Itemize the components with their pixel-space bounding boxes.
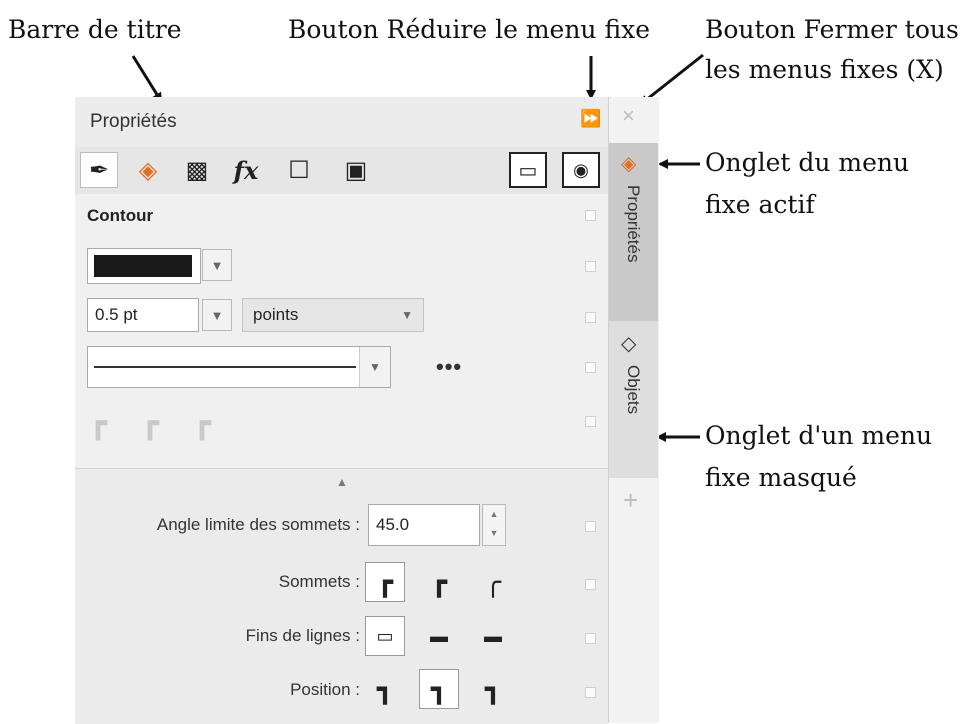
properties-docker: Propriétés ⏩ ✒ ◈ ▩ fx ☐ ▣ ▭ ◉ Contour ▼ … <box>75 97 659 724</box>
chevron-down-icon: ▼ <box>359 347 390 387</box>
outline-position-option[interactable]: ┓ <box>473 669 513 709</box>
outline-heading: Contour <box>87 206 154 225</box>
callout-hidden-tab-line1: Onglet d'un menu <box>705 421 933 450</box>
corner-option[interactable]: ┏ <box>193 406 211 441</box>
docker-tab-strip: × ◈ Propriétés ◇ Objets + <box>608 97 659 723</box>
pin-checkbox[interactable] <box>585 521 596 532</box>
units-select[interactable]: points ▼ <box>242 298 424 332</box>
miter-limit-field[interactable]: 45.0 <box>368 504 480 546</box>
collapse-docker-icon[interactable]: ⏩ <box>580 109 601 129</box>
miter-limit-label: Angle limite des sommets : <box>156 515 360 534</box>
outline-width-field[interactable]: 0.5 pt <box>87 298 199 332</box>
outline-position-option[interactable]: ┓ <box>365 669 405 709</box>
corners-label: Sommets : <box>278 572 360 591</box>
callout-close-all-line2: les menus fixes (X) <box>705 55 944 84</box>
pin-checkbox[interactable] <box>585 362 596 373</box>
pin-checkbox[interactable] <box>585 416 596 427</box>
advanced-outline-section: ▲ Angle limite des sommets : 45.0 ▲ ▼ So… <box>75 468 608 724</box>
tab-objets-label: Objets <box>624 365 643 415</box>
callout-collapse-button: Bouton Réduire le menu fixe <box>288 15 651 44</box>
pin-checkbox[interactable] <box>585 687 596 698</box>
close-all-dockers-icon[interactable]: × <box>622 103 635 129</box>
callout-close-all-line1: Bouton Fermer tous <box>705 15 959 44</box>
effects-fx-icon[interactable]: fx <box>227 152 265 188</box>
docker-title-bar[interactable]: Propriétés ⏩ <box>75 97 608 147</box>
arrow-title-bar <box>131 55 163 103</box>
pin-checkbox[interactable] <box>585 633 596 644</box>
docker-title: Propriétés <box>90 111 177 132</box>
fill-bucket-icon[interactable]: ◈ <box>129 152 167 188</box>
maximize-docker-icon[interactable]: ▭ <box>509 152 547 188</box>
corner-option[interactable]: ┏ <box>89 406 107 441</box>
outline-width-dropdown[interactable]: ▼ <box>202 299 232 331</box>
docker-toolbar: ✒ ◈ ▩ fx ☐ ▣ ▭ ◉ <box>75 147 608 194</box>
callout-active-tab-line2: fixe actif <box>705 190 815 219</box>
corner-style-option[interactable]: ╭ <box>473 562 513 602</box>
line-style-preview <box>94 366 356 368</box>
line-caps-label: Fins de lignes : <box>245 626 360 645</box>
callout-hidden-tab-line2: fixe masqué <box>705 463 857 492</box>
outline-color-swatch <box>94 255 192 277</box>
outline-color-dropdown[interactable]: ▼ <box>202 249 232 281</box>
properties-tab-icon: ◈ <box>621 153 637 175</box>
frame-icon[interactable]: ☐ <box>280 152 318 188</box>
chevron-down-icon: ▼ <box>401 308 413 322</box>
callout-active-tab-line1: Onglet du menu <box>705 148 910 177</box>
tab-proprietes[interactable]: ◈ Propriétés <box>609 143 658 321</box>
pin-checkbox[interactable] <box>585 210 596 221</box>
line-cap-option[interactable]: ▭ <box>365 616 405 656</box>
preview-docker-icon[interactable]: ◉ <box>562 152 600 188</box>
transparency-checker-icon[interactable]: ▩ <box>178 152 216 188</box>
pin-checkbox[interactable] <box>585 579 596 590</box>
layers-icon: ◇ <box>621 333 637 355</box>
callout-title-bar: Barre de titre <box>8 15 182 44</box>
tab-objets[interactable]: ◇ Objets <box>609 321 658 478</box>
pin-checkbox[interactable] <box>585 261 596 272</box>
line-cap-option[interactable]: ▬ <box>473 616 513 656</box>
spin-up-icon[interactable]: ▲ <box>483 505 505 524</box>
position-label: Position : <box>290 680 360 699</box>
spin-down-icon[interactable]: ▼ <box>483 524 505 543</box>
expand-arrow-icon[interactable]: ▲ <box>336 475 348 489</box>
corner-style-option[interactable]: ┏ <box>419 562 459 602</box>
outline-position-option[interactable]: ┓ <box>419 669 459 709</box>
outline-properties: Contour ▼ 0.5 pt ▼ points ▼ ▼ ••• ┏ ┏ ┏ … <box>75 194 608 724</box>
units-value: points <box>253 305 299 324</box>
image-icon[interactable]: ▣ <box>337 152 375 188</box>
miter-limit-spinner[interactable]: ▲ ▼ <box>482 504 506 546</box>
corner-option[interactable]: ┏ <box>141 406 159 441</box>
add-docker-icon[interactable]: + <box>623 485 638 516</box>
line-cap-option[interactable]: ▬ <box>419 616 459 656</box>
outline-color-picker[interactable] <box>87 248 201 284</box>
line-style-select[interactable]: ▼ <box>87 346 391 388</box>
pen-nib-icon[interactable]: ✒ <box>80 152 118 188</box>
pin-checkbox[interactable] <box>585 312 596 323</box>
tab-proprietes-label: Propriétés <box>624 185 643 263</box>
corner-style-option[interactable]: ┏ <box>365 562 405 602</box>
more-line-styles-button[interactable]: ••• <box>436 354 462 380</box>
